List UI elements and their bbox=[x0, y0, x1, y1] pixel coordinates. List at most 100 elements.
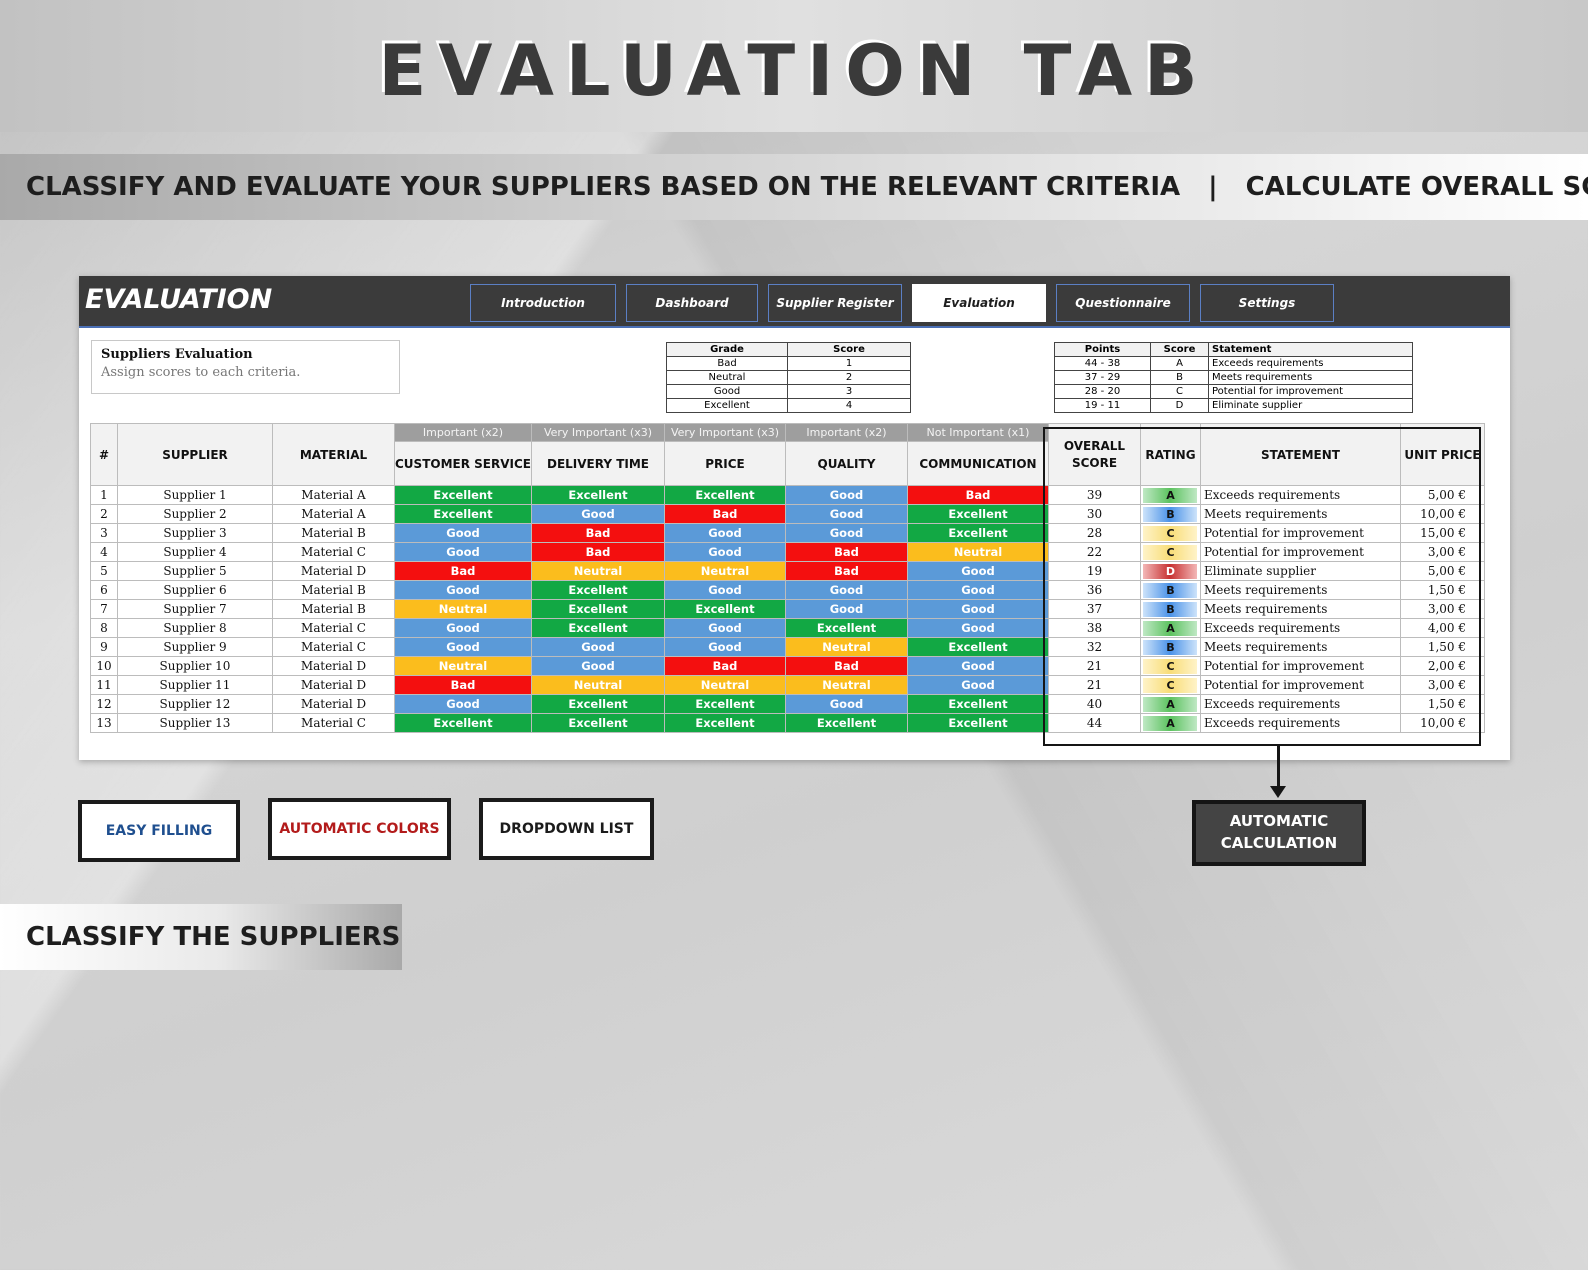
grade-cell-communication[interactable]: Good bbox=[906, 656, 1049, 676]
material-cell[interactable]: Material C bbox=[272, 713, 395, 733]
unit-price-cell[interactable]: 15,00 € bbox=[1399, 523, 1485, 543]
unit-price-cell[interactable]: 10,00 € bbox=[1399, 713, 1485, 733]
grade-cell-delivery-time[interactable]: Good bbox=[530, 637, 665, 657]
grade-cell-price[interactable]: Neutral bbox=[663, 675, 786, 695]
grade-cell-delivery-time[interactable]: Bad bbox=[530, 542, 665, 562]
unit-price-cell[interactable]: 1,50 € bbox=[1399, 580, 1485, 600]
grade-cell-delivery-time[interactable]: Bad bbox=[530, 523, 665, 543]
grade-cell-communication[interactable]: Good bbox=[906, 599, 1049, 619]
grade-cell-customer-service[interactable]: Good bbox=[394, 523, 532, 543]
material-cell[interactable]: Material D bbox=[272, 656, 395, 676]
tab-evaluation[interactable]: Evaluation bbox=[912, 284, 1046, 322]
grade-cell-customer-service[interactable]: Neutral bbox=[394, 599, 532, 619]
grade-cell-price[interactable]: Excellent bbox=[663, 694, 786, 714]
grade-cell-delivery-time[interactable]: Excellent bbox=[530, 618, 665, 638]
grade-cell-communication[interactable]: Good bbox=[906, 618, 1049, 638]
grade-cell-quality[interactable]: Good bbox=[784, 504, 908, 524]
material-cell[interactable]: Material C bbox=[272, 637, 395, 657]
unit-price-cell[interactable]: 5,00 € bbox=[1399, 485, 1485, 505]
material-cell[interactable]: Material A bbox=[272, 504, 395, 524]
grade-cell-quality[interactable]: Excellent bbox=[784, 713, 908, 733]
material-cell[interactable]: Material D bbox=[272, 561, 395, 581]
grade-cell-communication[interactable]: Good bbox=[906, 675, 1049, 695]
grade-cell-communication[interactable]: Excellent bbox=[906, 713, 1049, 733]
supplier-cell[interactable]: Supplier 6 bbox=[117, 580, 273, 600]
grade-cell-price[interactable]: Excellent bbox=[663, 599, 786, 619]
grade-cell-price[interactable]: Bad bbox=[663, 656, 786, 676]
grade-cell-customer-service[interactable]: Good bbox=[394, 542, 532, 562]
grade-cell-price[interactable]: Excellent bbox=[663, 485, 786, 505]
grade-cell-communication[interactable]: Neutral bbox=[906, 542, 1049, 562]
grade-cell-delivery-time[interactable]: Excellent bbox=[530, 485, 665, 505]
grade-cell-quality[interactable]: Good bbox=[784, 523, 908, 543]
supplier-cell[interactable]: Supplier 3 bbox=[117, 523, 273, 543]
grade-cell-communication[interactable]: Good bbox=[906, 561, 1049, 581]
unit-price-cell[interactable]: 3,00 € bbox=[1399, 542, 1485, 562]
supplier-cell[interactable]: Supplier 5 bbox=[117, 561, 273, 581]
grade-cell-communication[interactable]: Excellent bbox=[906, 694, 1049, 714]
grade-cell-customer-service[interactable]: Excellent bbox=[394, 504, 532, 524]
grade-cell-quality[interactable]: Excellent bbox=[784, 618, 908, 638]
material-cell[interactable]: Material B bbox=[272, 599, 395, 619]
unit-price-cell[interactable]: 1,50 € bbox=[1399, 694, 1485, 714]
grade-cell-price[interactable]: Good bbox=[663, 618, 786, 638]
unit-price-cell[interactable]: 2,00 € bbox=[1399, 656, 1485, 676]
grade-cell-delivery-time[interactable]: Neutral bbox=[530, 561, 665, 581]
supplier-cell[interactable]: Supplier 11 bbox=[117, 675, 273, 695]
material-cell[interactable]: Material A bbox=[272, 485, 395, 505]
material-cell[interactable]: Material C bbox=[272, 618, 395, 638]
unit-price-cell[interactable]: 1,50 € bbox=[1399, 637, 1485, 657]
grade-cell-delivery-time[interactable]: Excellent bbox=[530, 694, 665, 714]
grade-cell-customer-service[interactable]: Good bbox=[394, 618, 532, 638]
grade-cell-quality[interactable]: Good bbox=[784, 694, 908, 714]
grade-cell-quality[interactable]: Bad bbox=[784, 656, 908, 676]
grade-cell-communication[interactable]: Good bbox=[906, 580, 1049, 600]
grade-cell-customer-service[interactable]: Neutral bbox=[394, 656, 532, 676]
unit-price-cell[interactable]: 4,00 € bbox=[1399, 618, 1485, 638]
material-cell[interactable]: Material D bbox=[272, 694, 395, 714]
grade-cell-delivery-time[interactable]: Excellent bbox=[530, 599, 665, 619]
grade-cell-quality[interactable]: Neutral bbox=[784, 637, 908, 657]
unit-price-cell[interactable]: 3,00 € bbox=[1399, 599, 1485, 619]
grade-cell-quality[interactable]: Good bbox=[784, 485, 908, 505]
grade-cell-customer-service[interactable]: Excellent bbox=[394, 713, 532, 733]
unit-price-cell[interactable]: 10,00 € bbox=[1399, 504, 1485, 524]
tab-supplier-register[interactable]: Supplier Register bbox=[768, 284, 902, 322]
grade-cell-price[interactable]: Good bbox=[663, 580, 786, 600]
material-cell[interactable]: Material B bbox=[272, 523, 395, 543]
material-cell[interactable]: Material D bbox=[272, 675, 395, 695]
unit-price-cell[interactable]: 3,00 € bbox=[1399, 675, 1485, 695]
supplier-cell[interactable]: Supplier 8 bbox=[117, 618, 273, 638]
supplier-cell[interactable]: Supplier 9 bbox=[117, 637, 273, 657]
grade-cell-quality[interactable]: Good bbox=[784, 599, 908, 619]
supplier-cell[interactable]: Supplier 2 bbox=[117, 504, 273, 524]
grade-cell-price[interactable]: Good bbox=[663, 637, 786, 657]
grade-cell-communication[interactable]: Excellent bbox=[906, 504, 1049, 524]
tab-settings[interactable]: Settings bbox=[1200, 284, 1334, 322]
grade-cell-delivery-time[interactable]: Excellent bbox=[530, 713, 665, 733]
grade-cell-delivery-time[interactable]: Good bbox=[530, 504, 665, 524]
tab-introduction[interactable]: Introduction bbox=[470, 284, 616, 322]
tab-questionnaire[interactable]: Questionnaire bbox=[1056, 284, 1190, 322]
grade-cell-quality[interactable]: Bad bbox=[784, 542, 908, 562]
grade-cell-delivery-time[interactable]: Neutral bbox=[530, 675, 665, 695]
grade-cell-price[interactable]: Good bbox=[663, 523, 786, 543]
grade-cell-customer-service[interactable]: Excellent bbox=[394, 485, 532, 505]
grade-cell-communication[interactable]: Bad bbox=[906, 485, 1049, 505]
supplier-cell[interactable]: Supplier 4 bbox=[117, 542, 273, 562]
grade-cell-customer-service[interactable]: Bad bbox=[394, 675, 532, 695]
grade-cell-communication[interactable]: Excellent bbox=[906, 637, 1049, 657]
grade-cell-customer-service[interactable]: Good bbox=[394, 580, 532, 600]
material-cell[interactable]: Material B bbox=[272, 580, 395, 600]
grade-cell-price[interactable]: Bad bbox=[663, 504, 786, 524]
tab-dashboard[interactable]: Dashboard bbox=[626, 284, 758, 322]
grade-cell-quality[interactable]: Good bbox=[784, 580, 908, 600]
supplier-cell[interactable]: Supplier 1 bbox=[117, 485, 273, 505]
supplier-cell[interactable]: Supplier 12 bbox=[117, 694, 273, 714]
grade-cell-price[interactable]: Good bbox=[663, 542, 786, 562]
unit-price-cell[interactable]: 5,00 € bbox=[1399, 561, 1485, 581]
material-cell[interactable]: Material C bbox=[272, 542, 395, 562]
grade-cell-communication[interactable]: Excellent bbox=[906, 523, 1049, 543]
grade-cell-price[interactable]: Excellent bbox=[663, 713, 786, 733]
supplier-cell[interactable]: Supplier 13 bbox=[117, 713, 273, 733]
